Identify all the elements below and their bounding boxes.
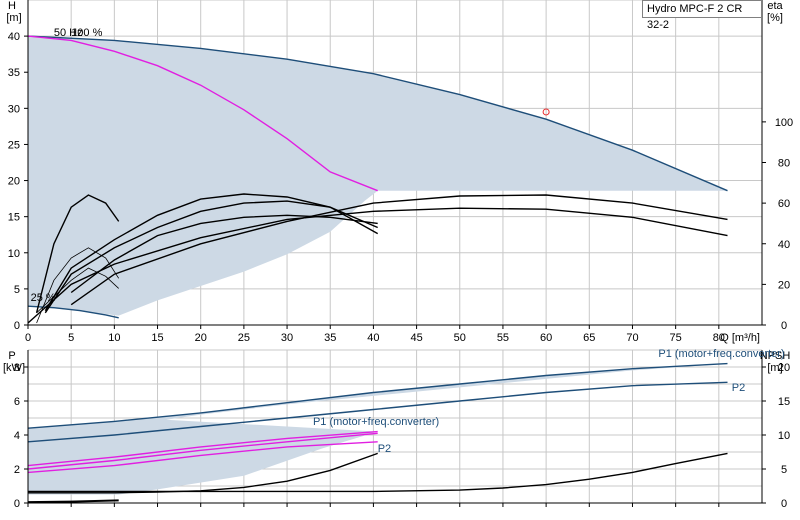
y2-tick-label: 10 xyxy=(778,430,790,442)
y-tick-label: 2 xyxy=(14,464,20,476)
x-tick-label: 20 xyxy=(195,332,207,344)
annotation-label: P1 (motor+freq.converter) xyxy=(313,416,439,428)
power-panel: 0246805101520P[kW]NPSH[m]P1 (motor+freq.… xyxy=(3,348,790,510)
annotation-label: 25 % xyxy=(31,292,56,304)
x-tick-label: 45 xyxy=(410,332,422,344)
y-tick-label: 0 xyxy=(14,498,20,510)
x-tick-label: 35 xyxy=(324,332,336,344)
x-tick-label: 50 xyxy=(454,332,466,344)
x-tick-label: 10 xyxy=(108,332,120,344)
x-tick-label: 65 xyxy=(583,332,595,344)
y2-tick-label: 0 xyxy=(781,320,787,332)
operating-range-band xyxy=(28,363,728,495)
x-tick-label: 70 xyxy=(626,332,638,344)
y-axis-label: P xyxy=(8,350,15,362)
y-axis-unit: [kW] xyxy=(3,362,25,374)
y-tick-label: 40 xyxy=(8,31,20,43)
y-tick-label: 35 xyxy=(8,67,20,79)
head-panel: 0 5 10 15 20 25 30 35 40 0 20 40 60 80 100 0 5 10 15 20 25 30… xyxy=(6,0,793,344)
y2-tick-label: 80 xyxy=(778,158,790,170)
y-tick-label: 0 xyxy=(14,320,20,332)
y2-tick-label: 60 xyxy=(778,198,790,210)
y2-axis-label: eta xyxy=(767,0,783,12)
operating-range-band xyxy=(28,36,728,316)
y-tick-label: 20 xyxy=(8,176,20,188)
y2-tick-label: 15 xyxy=(778,396,790,408)
y-tick-label: 30 xyxy=(8,103,20,115)
annotation-label: P2 xyxy=(378,443,391,455)
y2-tick-label: 40 xyxy=(778,239,790,251)
y2-tick-label: 0 xyxy=(781,498,787,510)
chart-title-box: Hydro MPC-F 2 CR 32-2 xyxy=(642,0,762,31)
y-tick-label: 5 xyxy=(14,284,20,296)
y2-axis-unit: [m] xyxy=(767,362,782,374)
x-tick-label: 55 xyxy=(497,332,509,344)
x-tick-label: 60 xyxy=(540,332,552,344)
pump-curve-chart: 05101520253035400204060801000 5 10 15 20 25 30… xyxy=(3,0,793,510)
y-tick-label: 15 xyxy=(8,212,20,224)
series-line-P-min xyxy=(27,499,119,504)
annotation-label: P1 (motor+freq.converter) xyxy=(658,348,784,360)
x-tick-label: 75 xyxy=(670,332,682,344)
x-tick-label: 0 xyxy=(25,332,31,344)
y2-axis-unit: [%] xyxy=(767,12,783,24)
y-tick-label: 25 xyxy=(8,139,20,151)
x-tick-label: 5 xyxy=(68,332,74,344)
y-tick-label: 6 xyxy=(14,396,20,408)
y2-tick-label: 100 xyxy=(775,117,793,129)
y-axis-label: H xyxy=(8,0,16,12)
x-tick-label: 25 xyxy=(238,332,250,344)
y2-tick-label: 5 xyxy=(781,464,787,476)
y2-tick-label: 20 xyxy=(778,279,790,291)
y-tick-label: 4 xyxy=(14,430,20,442)
annotation-label: 100 % xyxy=(71,27,102,39)
x-tick-label: 15 xyxy=(151,332,163,344)
x-tick-label: 40 xyxy=(367,332,379,344)
annotation-label: P2 xyxy=(732,382,745,394)
series-line-P2-full xyxy=(27,381,728,443)
x-axis-label: Q [m³/h] xyxy=(720,332,760,344)
y-tick-label: 10 xyxy=(8,248,20,260)
y-axis-unit: [m] xyxy=(6,12,21,24)
x-tick-label: 30 xyxy=(281,332,293,344)
